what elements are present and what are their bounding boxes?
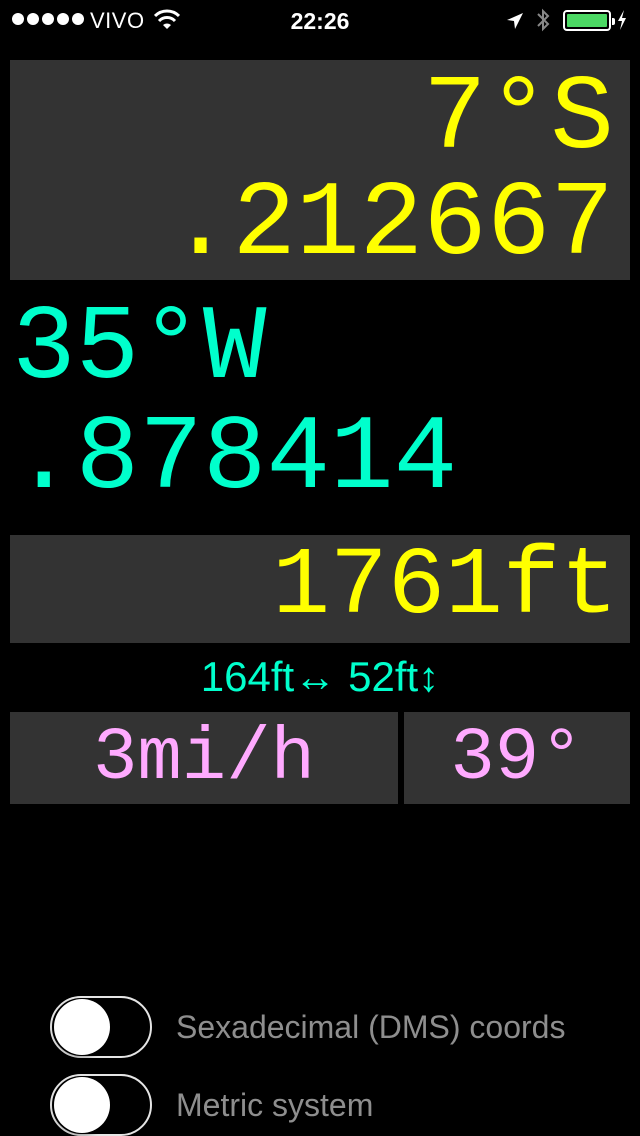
toggle-knob xyxy=(54,999,110,1055)
latitude-degrees: 7°S xyxy=(423,59,614,179)
latitude-fraction: .212667 xyxy=(168,165,614,285)
bluetooth-icon xyxy=(535,7,551,39)
status-bar: VIVO 22:26 xyxy=(0,0,640,40)
horizontal-accuracy: 164ft↔ xyxy=(200,653,337,700)
altitude-value: 1761ft xyxy=(272,532,618,641)
dms-toggle-label: Sexadecimal (DMS) coords xyxy=(176,1008,566,1045)
accuracy-line: 164ft↔ 52ft↕ xyxy=(0,656,640,698)
charging-bolt-icon xyxy=(616,9,628,37)
latitude-panel: 7°S .212667 xyxy=(10,60,630,280)
toggle-knob xyxy=(54,1077,110,1133)
speed-value: 3mi/h xyxy=(92,717,316,801)
heading-panel: 39° xyxy=(404,712,630,804)
longitude-fraction: .878414 xyxy=(12,399,458,519)
vertical-accuracy: 52ft↕ xyxy=(348,653,440,700)
battery-icon xyxy=(563,10,615,31)
location-arrow-icon xyxy=(506,10,524,36)
metric-setting-row: Metric system xyxy=(50,1074,630,1136)
heading-value: 39° xyxy=(450,717,584,801)
dms-setting-row: Sexadecimal (DMS) coords xyxy=(50,996,630,1058)
metric-toggle-label: Metric system xyxy=(176,1086,374,1123)
longitude-degrees: 35°W xyxy=(12,289,267,409)
altitude-panel: 1761ft xyxy=(10,535,630,643)
metric-toggle[interactable] xyxy=(50,1074,152,1136)
speed-panel: 3mi/h xyxy=(10,712,398,804)
dms-toggle[interactable] xyxy=(50,996,152,1058)
